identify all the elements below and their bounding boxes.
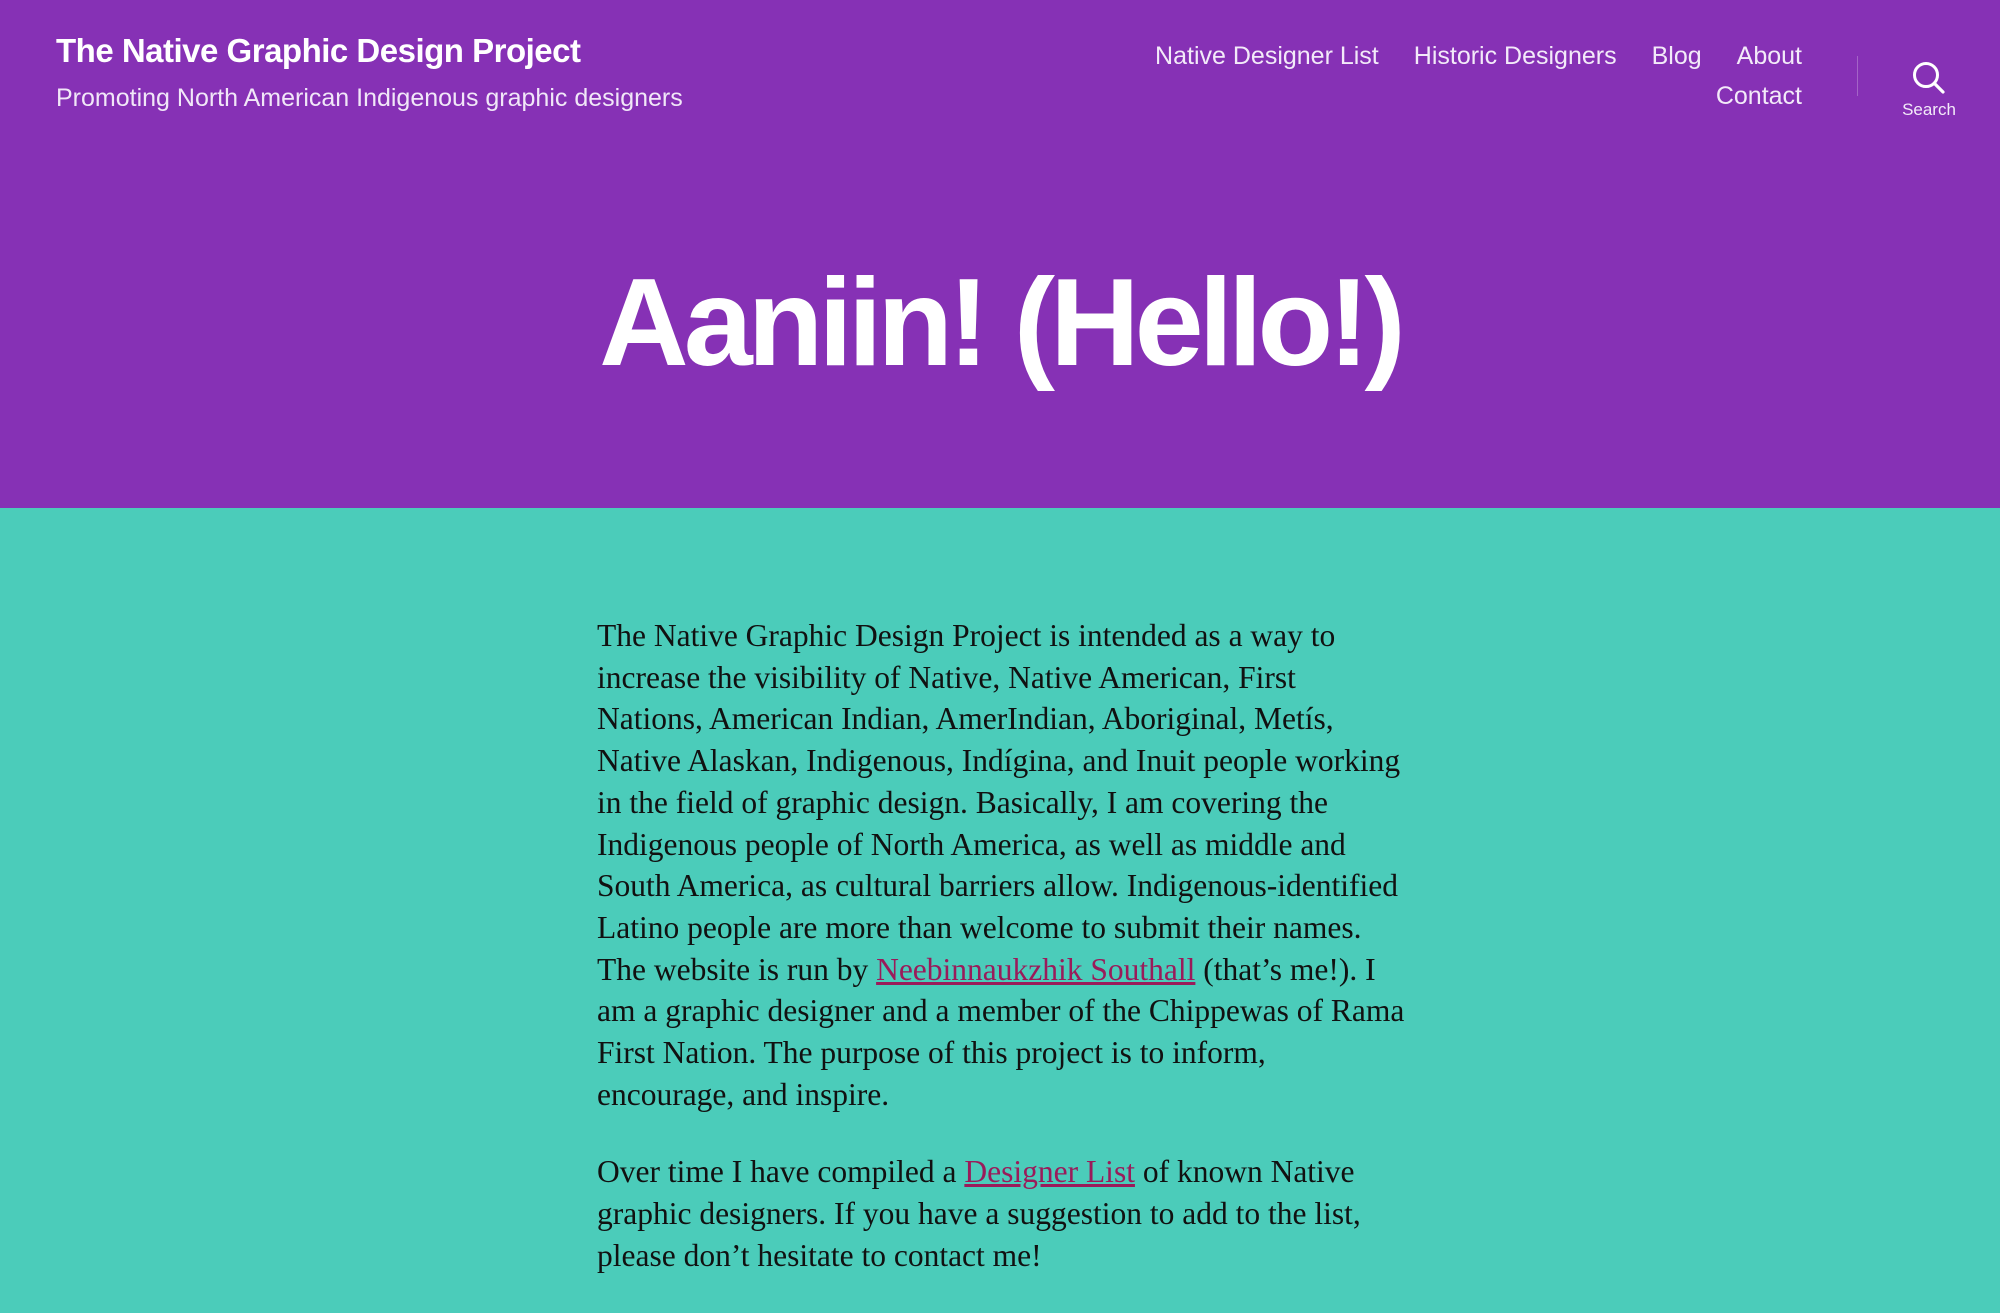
designer-list-text-before: Over time I have compiled a [597,1154,965,1190]
search-icon [1894,60,1964,96]
main-content: The Native Graphic Design Project is int… [597,615,1407,1313]
nav-item-about[interactable]: About [1737,42,1802,71]
designer-list-link[interactable]: Designer List [964,1154,1135,1189]
nav-item-native-designer-list[interactable]: Native Designer List [1155,42,1379,71]
intro-text-before: The Native Graphic Design Project is int… [597,618,1401,987]
search-label: Search [1902,100,1956,119]
page-title: Aaniin! (Hello!) [599,254,1406,392]
nav-item-blog[interactable]: Blog [1652,42,1702,71]
author-link[interactable]: Neebinnaukzhik Southall [876,952,1195,987]
nav-item-contact[interactable]: Contact [1716,82,1802,111]
search-button[interactable]: Search [1894,56,1964,126]
site-description: Promoting North American Indigenous grap… [56,84,683,112]
site-title[interactable]: The Native Graphic Design Project [56,32,581,70]
designer-list-paragraph: Over time I have compiled a Designer Lis… [597,1151,1407,1276]
nav-row-1: Native Designer List Historic Designers … [1155,42,1802,71]
header-divider [1857,56,1858,96]
nav-row-2: Contact [1716,82,1802,111]
nav-item-historic-designers[interactable]: Historic Designers [1414,42,1617,71]
site-header: The Native Graphic Design Project Promot… [0,0,2000,508]
intro-paragraph: The Native Graphic Design Project is int… [597,615,1407,1115]
